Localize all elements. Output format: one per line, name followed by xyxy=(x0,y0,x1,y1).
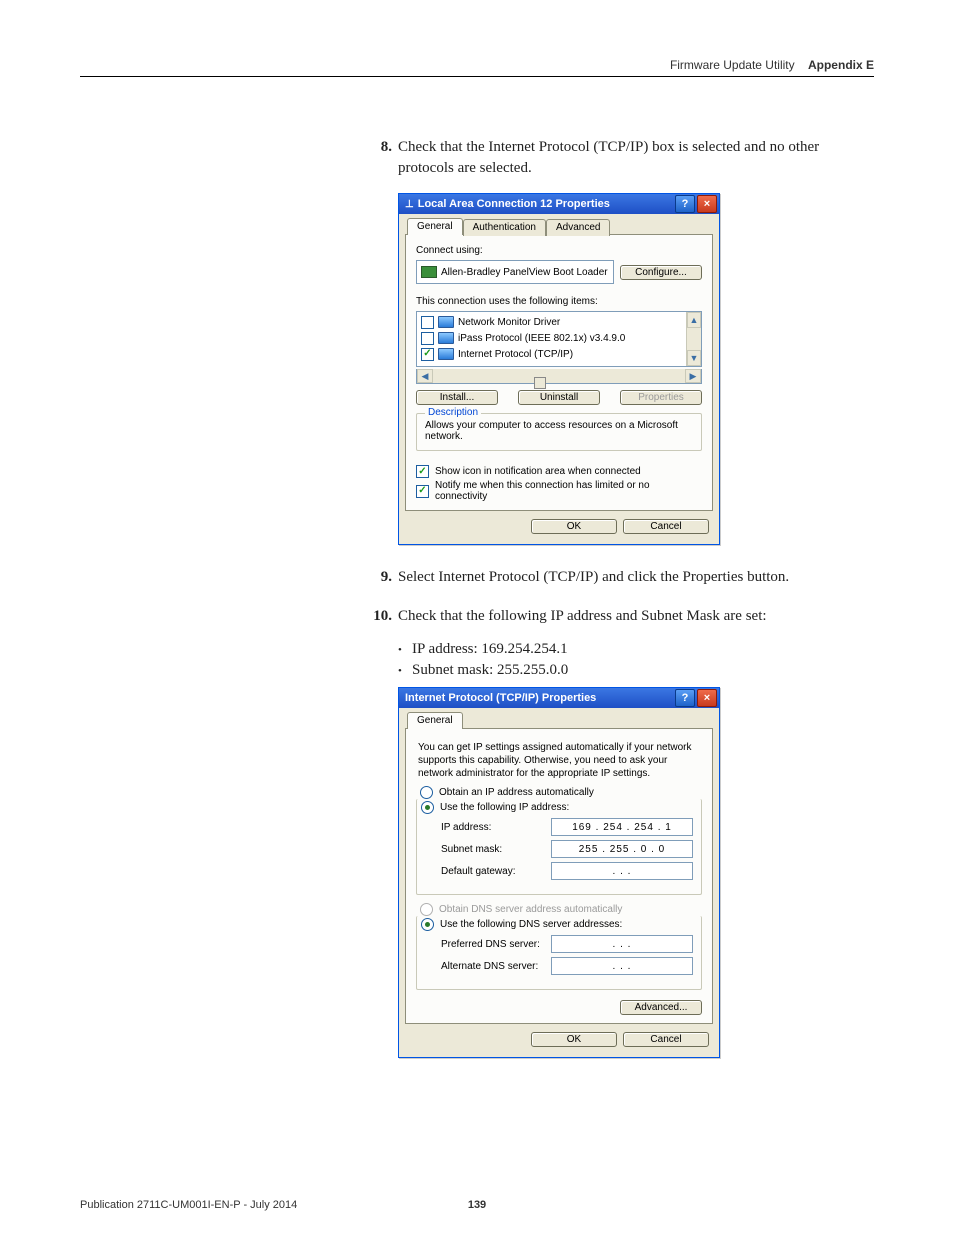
obtain-dns-auto-row: Obtain DNS server address automatically xyxy=(420,903,702,916)
intro-text: You can get IP settings assigned automat… xyxy=(418,741,700,780)
radio-label: Use the following DNS server addresses: xyxy=(440,919,622,930)
ok-button[interactable]: OK xyxy=(531,519,617,534)
list-item[interactable]: iPass Protocol (IEEE 802.1x) v3.4.9.0 xyxy=(421,330,697,346)
protocol-icon xyxy=(438,316,454,328)
scrollbar-thumb[interactable] xyxy=(534,377,546,389)
radio-label: Obtain DNS server address automatically xyxy=(439,904,622,915)
scroll-up-icon[interactable]: ▲ xyxy=(687,312,701,328)
subnet-mask-input[interactable]: 255 . 255 . 0 . 0 xyxy=(551,840,693,858)
description-text: Allows your computer to access resources… xyxy=(425,420,693,442)
list-item-label: Network Monitor Driver xyxy=(458,317,560,328)
ip-group: Use the following IP address: IP address… xyxy=(416,799,702,895)
list-item[interactable]: Internet Protocol (TCP/IP) xyxy=(421,346,697,362)
install-button[interactable]: Install... xyxy=(416,390,498,405)
header-chapter: Appendix E xyxy=(808,58,874,72)
alternate-dns-input[interactable]: . . . xyxy=(551,957,693,975)
list-item[interactable]: Network Monitor Driver xyxy=(421,314,697,330)
ok-button[interactable]: OK xyxy=(531,1032,617,1047)
vertical-scrollbar[interactable]: ▲ ▼ xyxy=(686,312,701,366)
default-gateway-label: Default gateway: xyxy=(441,866,516,877)
uninstall-button[interactable]: Uninstall xyxy=(518,390,600,405)
bullet-subnet: Subnet mask: 255.255.0.0 xyxy=(398,662,874,679)
subnet-mask-label: Subnet mask: xyxy=(441,844,502,855)
adapter-field: Allen-Bradley PanelView Boot Loader xyxy=(416,260,614,284)
checkbox-unchecked[interactable] xyxy=(421,316,434,329)
dialog-title: Internet Protocol (TCP/IP) Properties xyxy=(405,692,596,704)
tab-advanced[interactable]: Advanced xyxy=(546,219,610,236)
connection-icon: ⊥ xyxy=(405,199,414,210)
dialog-titlebar[interactable]: Internet Protocol (TCP/IP) Properties ? … xyxy=(399,688,719,708)
preferred-dns-input[interactable]: . . . xyxy=(551,935,693,953)
horizontal-scrollbar[interactable]: ◀ ▶ xyxy=(416,369,702,384)
cancel-button[interactable]: Cancel xyxy=(623,519,709,534)
ip-address-label: IP address: xyxy=(441,822,491,833)
show-icon-checkbox[interactable] xyxy=(416,465,429,478)
cancel-button[interactable]: Cancel xyxy=(623,1032,709,1047)
advanced-button[interactable]: Advanced... xyxy=(620,1000,702,1015)
help-button[interactable]: ? xyxy=(675,195,695,213)
radio-unchecked[interactable] xyxy=(420,786,433,799)
use-following-dns-row[interactable]: Use the following DNS server addresses: xyxy=(421,918,693,931)
notify-label: Notify me when this connection has limit… xyxy=(435,480,702,502)
tab-authentication[interactable]: Authentication xyxy=(463,219,546,236)
header-section: Firmware Update Utility xyxy=(670,58,795,72)
checkbox-checked[interactable] xyxy=(421,348,434,361)
ip-address-input[interactable]: 169 . 254 . 254 . 1 xyxy=(551,818,693,836)
step-text: Check that the Internet Protocol (TCP/IP… xyxy=(398,139,819,176)
scroll-down-icon[interactable]: ▼ xyxy=(687,350,701,366)
nic-icon xyxy=(421,266,437,278)
page-footer: Publication 2711C-UM001I-EN-P - July 201… xyxy=(80,1199,874,1211)
list-item-label: Internet Protocol (TCP/IP) xyxy=(458,349,573,360)
tab-general[interactable]: General xyxy=(407,218,463,235)
radio-label: Obtain an IP address automatically xyxy=(439,787,594,798)
close-button[interactable]: × xyxy=(697,195,717,213)
dialog-titlebar[interactable]: ⊥ Local Area Connection 12 Properties ? … xyxy=(399,194,719,214)
running-header: Firmware Update Utility Appendix E xyxy=(80,58,874,77)
protocol-icon xyxy=(438,332,454,344)
publication-id: Publication 2711C-UM001I-EN-P - July 201… xyxy=(80,1199,297,1211)
description-group: Description Allows your computer to acce… xyxy=(416,413,702,451)
step-8: 8. Check that the Internet Protocol (TCP… xyxy=(370,137,874,179)
help-button[interactable]: ? xyxy=(675,689,695,707)
list-item-label: iPass Protocol (IEEE 802.1x) v3.4.9.0 xyxy=(458,333,625,344)
step-9: 9. Select Internet Protocol (TCP/IP) and… xyxy=(370,567,874,588)
checkbox-unchecked[interactable] xyxy=(421,332,434,345)
protocol-listbox[interactable]: Network Monitor Driver iPass Protocol (I… xyxy=(416,311,702,367)
dns-group: Use the following DNS server addresses: … xyxy=(416,916,702,990)
use-following-ip-row[interactable]: Use the following IP address: xyxy=(421,801,693,814)
radio-label: Use the following IP address: xyxy=(440,802,569,813)
configure-button[interactable]: Configure... xyxy=(620,265,702,280)
radio-disabled xyxy=(420,903,433,916)
dialog-title: Local Area Connection 12 Properties xyxy=(418,198,610,210)
items-label: This connection uses the following items… xyxy=(416,296,702,307)
description-legend: Description xyxy=(425,407,481,418)
step-number: 10. xyxy=(370,606,392,627)
radio-checked[interactable] xyxy=(421,801,434,814)
alternate-dns-label: Alternate DNS server: xyxy=(441,961,538,972)
tab-general[interactable]: General xyxy=(407,712,463,729)
adapter-name: Allen-Bradley PanelView Boot Loader xyxy=(441,267,608,278)
local-area-connection-properties-dialog: ⊥ Local Area Connection 12 Properties ? … xyxy=(398,193,720,545)
properties-button: Properties xyxy=(620,390,702,405)
scroll-left-icon[interactable]: ◀ xyxy=(417,369,433,383)
close-button[interactable]: × xyxy=(697,689,717,707)
step-number: 9. xyxy=(370,567,392,588)
step-text: Check that the following IP address and … xyxy=(398,608,767,624)
default-gateway-input[interactable]: . . . xyxy=(551,862,693,880)
protocol-icon xyxy=(438,348,454,360)
connect-using-label: Connect using: xyxy=(416,245,702,256)
tcpip-properties-dialog: Internet Protocol (TCP/IP) Properties ? … xyxy=(398,687,720,1058)
preferred-dns-label: Preferred DNS server: xyxy=(441,939,540,950)
page-number: 139 xyxy=(468,1199,486,1211)
show-icon-label: Show icon in notification area when conn… xyxy=(435,466,641,477)
radio-checked[interactable] xyxy=(421,918,434,931)
bullet-ip: IP address: 169.254.254.1 xyxy=(398,641,874,658)
step-10: 10. Check that the following IP address … xyxy=(370,606,874,627)
notify-checkbox[interactable] xyxy=(416,485,429,498)
scroll-right-icon[interactable]: ▶ xyxy=(685,369,701,383)
obtain-ip-auto-row[interactable]: Obtain an IP address automatically xyxy=(420,786,702,799)
step-text: Select Internet Protocol (TCP/IP) and cl… xyxy=(398,569,789,585)
step-number: 8. xyxy=(370,137,392,158)
